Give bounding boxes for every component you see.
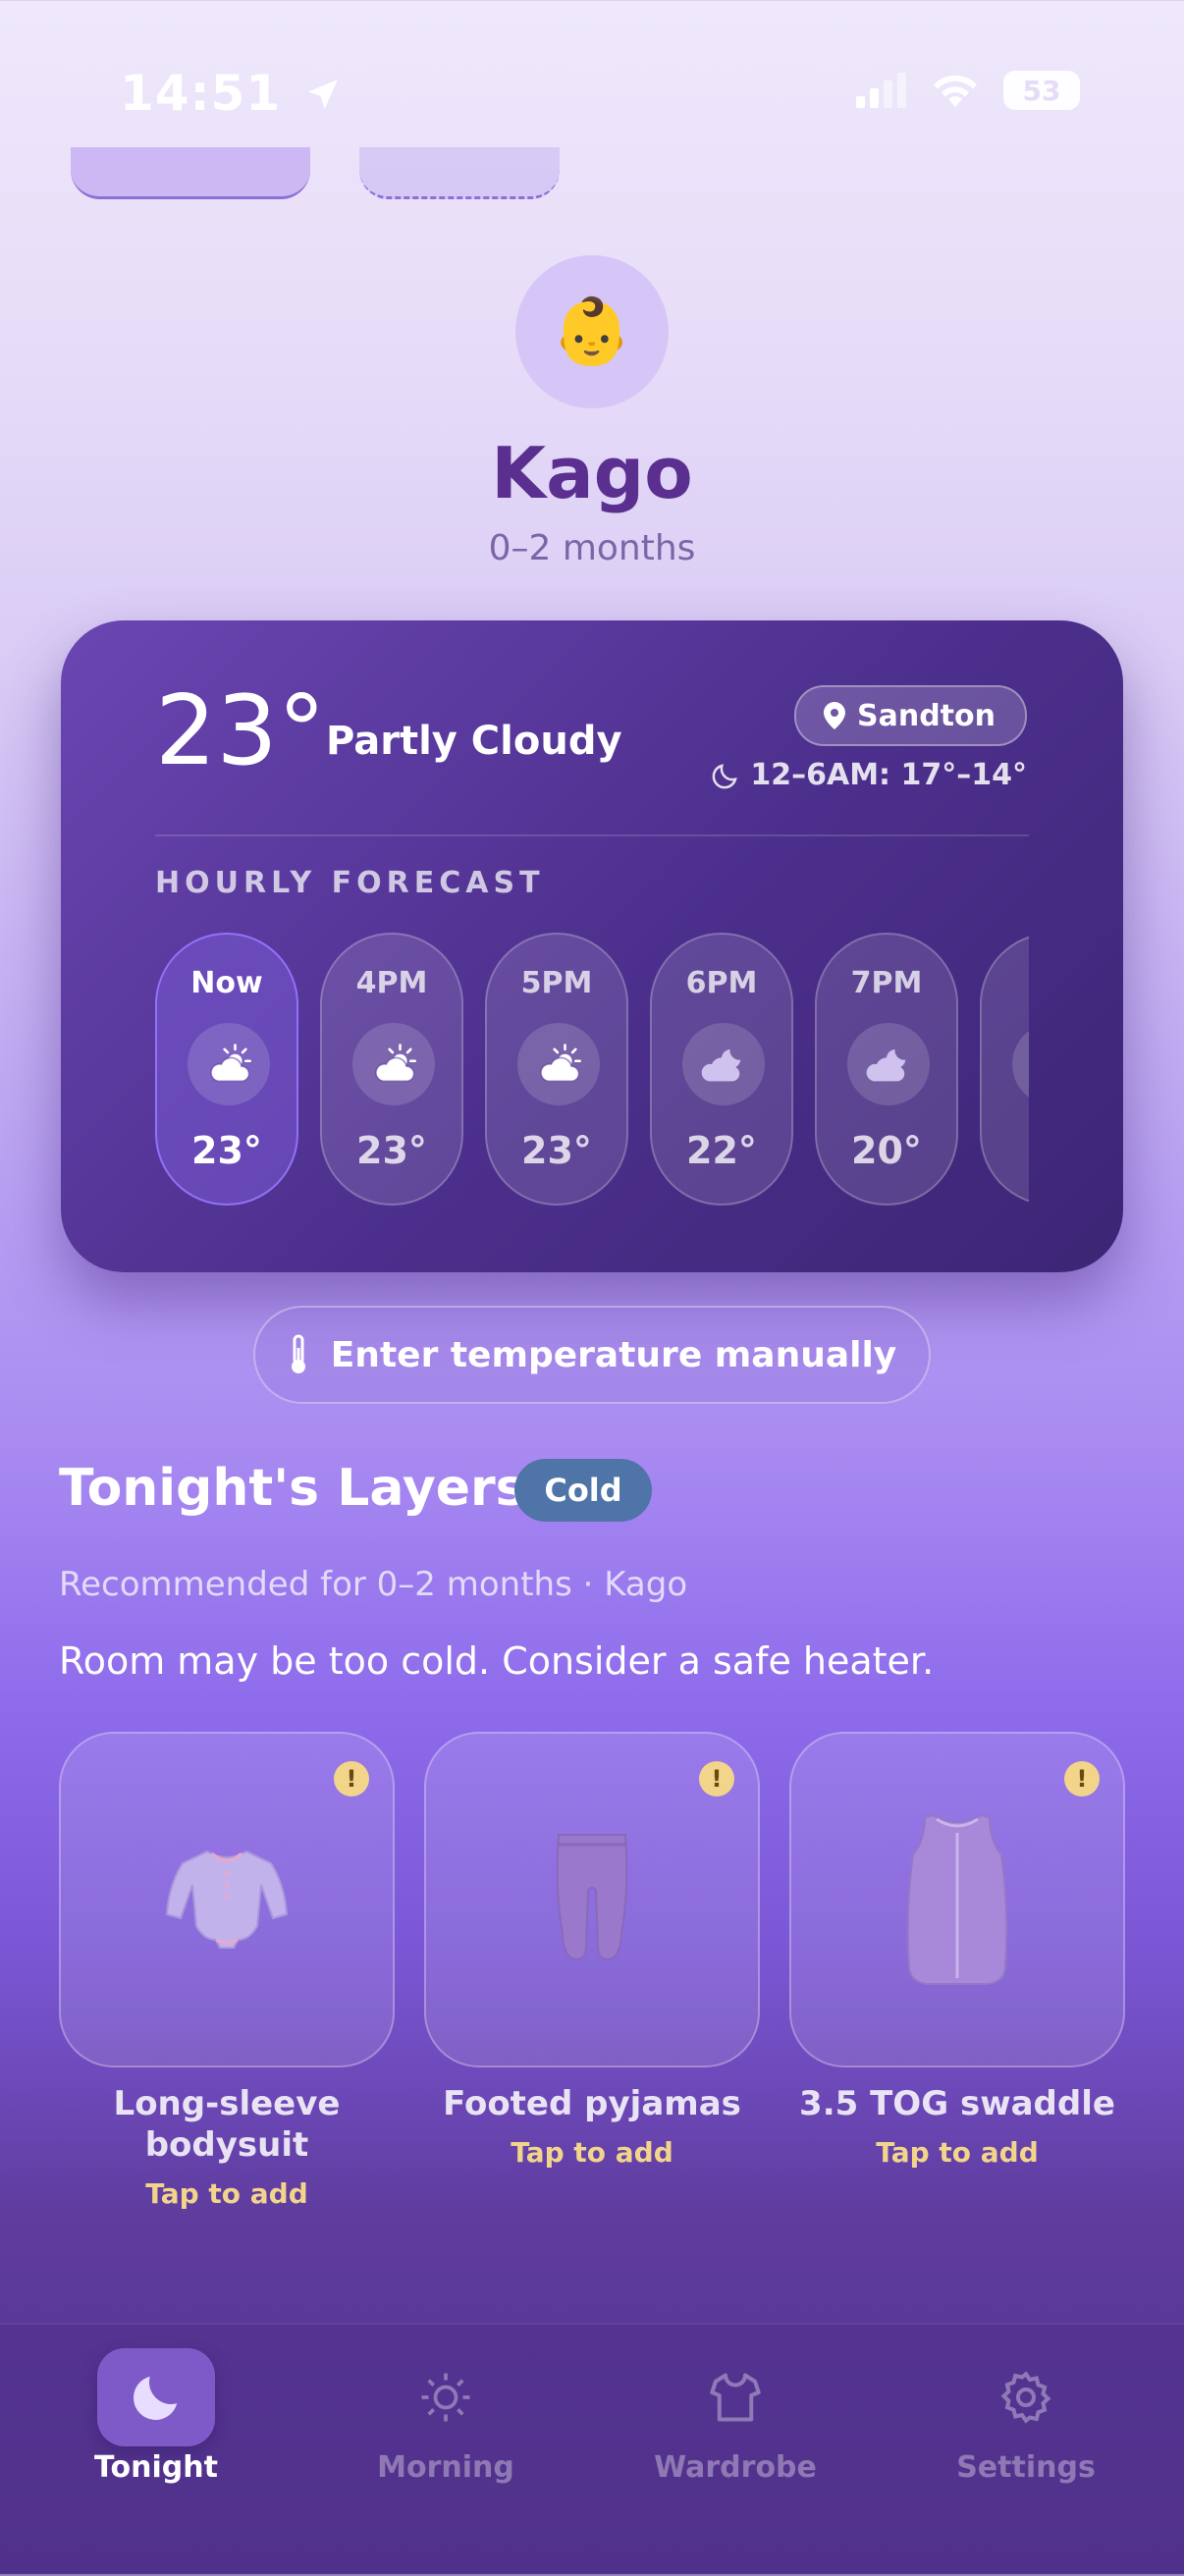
hour-temperature: 23° [521, 1129, 592, 1172]
add-profile-pill[interactable] [359, 147, 560, 199]
hourly-forecast-strip[interactable]: Now23°4PM23°5PM23°6PM22°7PM20°81 [155, 933, 1029, 1209]
manual-button-label: Enter temperature manually [330, 1334, 897, 1375]
partly-cloudy-night-icon [847, 1023, 930, 1105]
hour-label: 6PM [685, 966, 758, 1000]
baby-avatar: 👶 [515, 255, 669, 408]
hourly-forecast-label: HOURLY FORECAST [155, 866, 545, 900]
hour-label: Now [190, 966, 263, 1000]
moon-icon [713, 763, 738, 788]
hourly-forecast-item[interactable]: 5PM 23° [485, 933, 628, 1206]
hour-label: 5PM [520, 966, 593, 1000]
hour-temperature: 22° [686, 1129, 757, 1172]
status-indicators: 53 [856, 71, 1080, 110]
tab-wardrobe[interactable]: Wardrobe [637, 2348, 834, 2496]
partly-cloudy-day-icon [352, 1023, 435, 1105]
tab-label: Morning [377, 2450, 514, 2485]
clothing-name: Long-sleeve bodysuit [113, 2084, 341, 2165]
section-title: Tonight's Layers [59, 1459, 526, 1518]
hour-temperature: 1 [982, 1129, 1029, 1172]
cold-warning-message: Room may be too cold. Consider a safe he… [59, 1639, 935, 1683]
hour-label: 4PM [355, 966, 428, 1000]
sleep-sack-icon [906, 1813, 1008, 1985]
current-temperature: 23° [155, 675, 326, 787]
battery-indicator: 53 [1003, 71, 1080, 110]
sun-icon [421, 2373, 470, 2422]
tab-label: Wardrobe [654, 2450, 817, 2485]
profile-age: 0–2 months [488, 528, 696, 568]
hour-temperature: 20° [851, 1129, 922, 1172]
enter-temperature-manually-button[interactable]: Enter temperature manually [253, 1306, 931, 1404]
tab-settings[interactable]: Settings [928, 2348, 1124, 2496]
location-arrow-icon [307, 80, 338, 109]
tap-to-add-label[interactable]: Tap to add [780, 2136, 1134, 2169]
partly-cloudy-day-icon [188, 1023, 270, 1105]
partly-cloudy-day-icon [517, 1023, 600, 1105]
recommendation-subtitle: Recommended for 0–2 months · Kago [59, 1565, 688, 1604]
hour-label: 7PM [850, 966, 923, 1000]
location-label: Sandton [857, 698, 996, 733]
tab-morning[interactable]: Morning [348, 2348, 544, 2496]
hourly-forecast-item[interactable]: 7PM 20° [815, 933, 958, 1206]
clothing-card-footed-pyjamas[interactable]: ! [424, 1732, 760, 2067]
partly-cloudy-night-icon [1012, 1023, 1029, 1105]
profile-pill-selected[interactable] [71, 147, 310, 199]
location-chip[interactable]: Sandton [794, 685, 1027, 746]
hourly-forecast-item[interactable]: 6PM 22° [650, 933, 793, 1206]
moon-icon [133, 2376, 178, 2421]
clothing-name: 3.5 TOG swaddle [799, 2084, 1115, 2123]
tab-label: Tonight [94, 2450, 218, 2485]
hourly-forecast-item[interactable]: Now 23° [155, 933, 298, 1206]
hour-temperature: 23° [191, 1129, 262, 1172]
thermometer-icon [291, 1334, 305, 1373]
gear-icon [1000, 2371, 1051, 2424]
weather-card: 23° Partly Cloudy Sandton 12–6AM: 17°–14… [61, 620, 1123, 1272]
profile-name: Kago [491, 432, 693, 514]
cellular-signal-icon [856, 73, 906, 108]
hourly-forecast-item[interactable]: 4PM 23° [320, 933, 463, 1206]
overnight-range-text: 12–6AM: 17°–14° [750, 758, 1027, 792]
clothing-card-swaddle[interactable]: ! [789, 1732, 1125, 2067]
clothing-card-bodysuit[interactable]: ! [59, 1732, 395, 2067]
hourly-forecast-item[interactable]: 81 [980, 933, 1029, 1206]
divider [155, 834, 1029, 836]
tap-to-add-label[interactable]: Tap to add [415, 2136, 769, 2169]
tab-tonight[interactable]: Tonight [58, 2348, 254, 2496]
footed-pyjamas-icon [556, 1834, 628, 1960]
clothing-name: Footed pyjamas [443, 2084, 741, 2123]
shirt-icon [710, 2373, 761, 2422]
status-time: 14:51 [120, 65, 343, 122]
overnight-range: 12–6AM: 17°–14° [711, 758, 1027, 792]
tap-to-add-label[interactable]: Tap to add [50, 2177, 404, 2210]
bodysuit-icon [165, 1850, 289, 1949]
tab-label: Settings [956, 2450, 1096, 2485]
hour-temperature: 23° [356, 1129, 427, 1172]
wifi-icon [934, 75, 977, 107]
weather-condition: Partly Cloudy [326, 719, 622, 764]
hour-label: 8 [982, 966, 1029, 1000]
temperature-status-badge: Cold [514, 1459, 652, 1522]
location-pin-icon [824, 702, 845, 729]
partly-cloudy-night-icon [682, 1023, 765, 1105]
